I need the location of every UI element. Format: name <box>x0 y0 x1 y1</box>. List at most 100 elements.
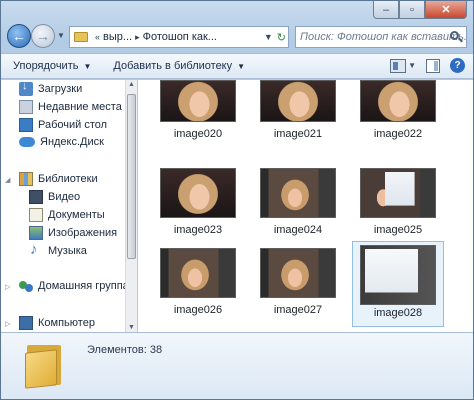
file-thumbnail <box>360 245 436 305</box>
close-icon: ✕ <box>441 4 451 16</box>
minimize-icon: – <box>382 3 390 16</box>
breadcrumb-separator-icon[interactable]: ▸ <box>135 32 140 43</box>
close-button[interactable]: ✕ <box>425 1 467 19</box>
recent-pages-dropdown-icon[interactable]: ▼ <box>57 31 65 40</box>
file-thumbnail <box>360 80 436 122</box>
maximize-icon: ▫ <box>410 3 414 16</box>
file-thumbnail <box>160 248 236 298</box>
address-dropdown-icon[interactable]: ▼ <box>264 32 273 42</box>
nav-item-label: Компьютер <box>38 317 95 329</box>
nav-item-label: Недавние места <box>38 101 122 113</box>
music-icon <box>29 241 43 258</box>
file-name: image025 <box>373 224 423 236</box>
nav-item-recent-places[interactable]: Недавние места <box>19 100 122 114</box>
address-actions: ▼ ↻ <box>264 27 286 47</box>
file-item[interactable]: image020 <box>152 80 244 158</box>
scroll-down-icon[interactable]: ▼ <box>128 324 135 331</box>
back-arrow-icon: ← <box>12 28 26 44</box>
expand-homegroup-icon[interactable]: ▷ <box>5 283 10 291</box>
file-item[interactable]: image021 <box>252 80 344 158</box>
change-view-icon[interactable] <box>390 58 407 73</box>
breadcrumb-segment[interactable]: выр... <box>103 31 132 43</box>
recent-places-icon <box>19 100 33 114</box>
file-list: image020 image021 image022 image023 imag… <box>138 80 473 332</box>
window-controls: – ▫ ✕ <box>373 1 467 19</box>
file-name: image027 <box>273 304 323 316</box>
file-item[interactable]: image023 <box>152 168 244 246</box>
help-icon[interactable]: ? <box>450 58 465 73</box>
chevron-down-icon: ▼ <box>237 61 246 71</box>
folder-icon <box>74 32 88 42</box>
file-name: image023 <box>173 224 223 236</box>
file-thumbnail <box>160 168 236 218</box>
file-name: image028 <box>373 307 423 319</box>
file-name: image021 <box>273 128 323 140</box>
search-icon[interactable] <box>449 30 463 44</box>
images-icon <box>29 226 43 240</box>
forward-button[interactable]: → <box>31 24 55 48</box>
address-bar[interactable]: « выр... ▸ Фотошоп как... ▼ ↻ <box>69 26 289 48</box>
search-input[interactable]: Поиск: Фотошоп как вставить... <box>295 26 467 48</box>
navigation-row: ← → ▼ « выр... ▸ Фотошоп как... ▼ ↻ Поис… <box>5 23 469 51</box>
nav-item-label: Видео <box>48 191 81 203</box>
file-name: image024 <box>273 224 323 236</box>
desktop-icon <box>19 118 33 132</box>
forward-arrow-icon: → <box>36 28 50 44</box>
nav-item-images[interactable]: Изображения <box>29 226 117 240</box>
scroll-up-icon[interactable]: ▲ <box>128 81 135 88</box>
refresh-icon[interactable]: ↻ <box>277 31 286 44</box>
downloads-icon <box>19 80 33 96</box>
command-bar: Упорядочить ▼ Добавить в библиотеку ▼ ▼ … <box>1 53 473 79</box>
nav-item-music[interactable]: Музыка <box>29 241 87 258</box>
nav-item-label: Рабочий стол <box>38 119 108 131</box>
navigation-pane-scrollbar[interactable]: ▲ ▼ <box>125 80 137 332</box>
nav-item-downloads[interactable]: Загрузки <box>19 80 83 96</box>
file-item[interactable]: image024 <box>252 168 344 246</box>
homegroup-icon <box>19 279 33 293</box>
scrollbar-thumb[interactable] <box>127 94 136 259</box>
libraries-icon <box>19 172 33 186</box>
file-item[interactable]: image026 <box>152 248 244 326</box>
file-thumbnail <box>160 80 236 122</box>
add-to-library-label: Добавить в библиотеку <box>113 60 233 72</box>
nav-item-label: Домашняя группа <box>38 280 125 292</box>
documents-icon <box>29 208 43 222</box>
nav-item-homegroup[interactable]: Домашняя группа <box>19 279 125 293</box>
nav-item-desktop[interactable]: Рабочий стол <box>19 118 107 132</box>
nav-item-documents[interactable]: Документы <box>29 208 105 222</box>
nav-item-label: Загрузки <box>38 83 83 95</box>
file-item[interactable]: image027 <box>252 248 344 326</box>
breadcrumb-segment[interactable]: Фотошоп как... <box>143 31 217 43</box>
video-icon <box>29 190 43 204</box>
nav-item-libraries[interactable]: Библиотеки <box>19 172 98 186</box>
nav-item-label: Музыка <box>48 245 87 257</box>
item-count: Элементов: 38 <box>87 344 163 356</box>
file-thumbnail <box>260 168 336 218</box>
nav-item-computer[interactable]: Компьютер <box>19 316 95 330</box>
folder-icon <box>25 343 63 389</box>
organize-label: Упорядочить <box>13 60 79 72</box>
organize-button[interactable]: Упорядочить ▼ <box>13 60 91 72</box>
back-button[interactable]: ← <box>7 24 31 48</box>
search-placeholder: Поиск: Фотошоп как вставить... <box>300 31 467 43</box>
view-options-chevron-icon[interactable]: ▼ <box>408 61 416 70</box>
maximize-button[interactable]: ▫ <box>399 1 425 19</box>
breadcrumb-overflow-icon[interactable]: « <box>95 32 100 42</box>
file-name: image026 <box>173 304 223 316</box>
computer-icon <box>19 316 33 330</box>
file-thumbnail <box>260 80 336 122</box>
preview-pane-icon[interactable] <box>426 58 440 73</box>
expand-libraries-icon[interactable]: ◢ <box>5 176 10 184</box>
minimize-button[interactable]: – <box>373 1 399 19</box>
file-item-selected[interactable]: image028 <box>352 241 444 327</box>
chevron-down-icon: ▼ <box>83 61 92 71</box>
nav-item-video[interactable]: Видео <box>29 190 80 204</box>
navigation-pane: Загрузки Недавние места Рабочий стол Янд… <box>1 80 125 332</box>
add-to-library-button[interactable]: Добавить в библиотеку ▼ <box>113 60 245 72</box>
file-item[interactable]: image025 <box>352 168 444 246</box>
file-thumbnail <box>260 248 336 298</box>
expand-computer-icon[interactable]: ▷ <box>5 320 10 328</box>
file-item[interactable]: image022 <box>352 80 444 158</box>
yandex-disk-icon <box>19 137 35 147</box>
nav-item-yandex-disk[interactable]: Яндекс.Диск <box>19 136 104 148</box>
